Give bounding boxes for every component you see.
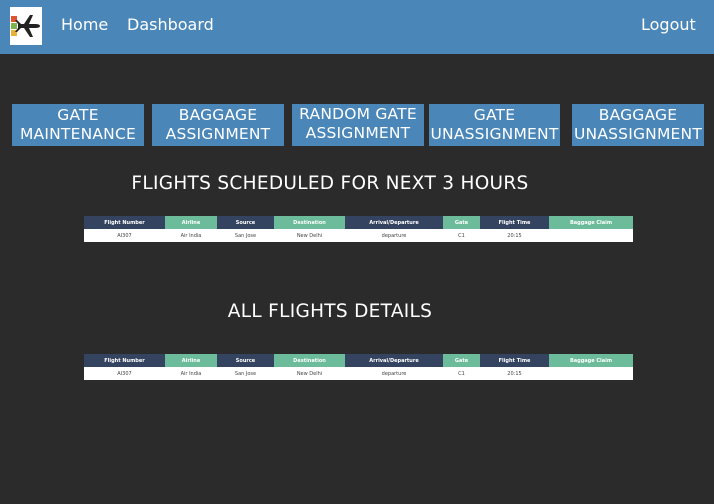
- table-cell: [549, 229, 633, 242]
- column-header[interactable]: Arrival/Departure: [345, 216, 443, 229]
- gate-maintenance-button[interactable]: GATE MAINTENANCE: [12, 104, 144, 146]
- table-cell: Air India: [165, 229, 217, 242]
- baggage-assignment-button[interactable]: BAGGAGE ASSIGNMENT: [152, 104, 284, 146]
- column-header[interactable]: Baggage Claim: [549, 216, 633, 229]
- table-header-row: Flight Number Airline Source Destination…: [84, 216, 633, 229]
- table-cell: AI307: [84, 367, 165, 380]
- table-cell: C1: [443, 367, 480, 380]
- column-header[interactable]: Destination: [274, 216, 345, 229]
- column-header[interactable]: Flight Number: [84, 354, 165, 367]
- table-cell: San Jose: [217, 367, 274, 380]
- table-cell: Air India: [165, 367, 217, 380]
- gate-unassignment-button[interactable]: GATE UNASSIGNMENT: [429, 104, 560, 146]
- nav-home-link[interactable]: Home: [61, 15, 108, 34]
- table-cell: C1: [443, 229, 480, 242]
- nav-logout-link[interactable]: Logout: [641, 15, 696, 34]
- upcoming-flights-title: FLIGHTS SCHEDULED FOR NEXT 3 HOURS: [131, 173, 529, 194]
- column-header[interactable]: Arrival/Departure: [345, 354, 443, 367]
- table-cell: [549, 367, 633, 380]
- column-header[interactable]: Flight Time: [480, 354, 549, 367]
- column-header[interactable]: Airline: [165, 216, 217, 229]
- column-header[interactable]: Destination: [274, 354, 345, 367]
- column-header[interactable]: Flight Number: [84, 216, 165, 229]
- table-header-row: Flight Number Airline Source Destination…: [84, 354, 633, 367]
- table-cell: New Delhi: [274, 367, 345, 380]
- table-cell: San Jose: [217, 229, 274, 242]
- all-flights-title: ALL FLIGHTS DETAILS: [227, 301, 433, 322]
- column-header[interactable]: Flight Time: [480, 216, 549, 229]
- column-header[interactable]: Gate: [443, 354, 480, 367]
- column-header[interactable]: Source: [217, 354, 274, 367]
- table-row[interactable]: AI307 Air India San Jose New Delhi depar…: [84, 367, 633, 380]
- all-flights-table: Flight Number Airline Source Destination…: [84, 354, 633, 380]
- column-header[interactable]: Source: [217, 216, 274, 229]
- table-cell: departure: [345, 229, 443, 242]
- nav-dashboard-link[interactable]: Dashboard: [127, 15, 214, 34]
- baggage-unassignment-button[interactable]: BAGGAGE UNASSIGNMENT: [572, 104, 704, 146]
- column-header[interactable]: Gate: [443, 216, 480, 229]
- random-gate-assignment-button[interactable]: RANDOM GATE ASSIGNMENT: [292, 104, 424, 146]
- top-navbar: Home Dashboard Logout: [0, 0, 714, 54]
- table-cell: New Delhi: [274, 229, 345, 242]
- column-header[interactable]: Airline: [165, 354, 217, 367]
- column-header[interactable]: Baggage Claim: [549, 354, 633, 367]
- airplane-logo-icon[interactable]: [10, 7, 42, 45]
- table-row[interactable]: AI307 Air India San Jose New Delhi depar…: [84, 229, 633, 242]
- table-cell: AI307: [84, 229, 165, 242]
- table-cell: departure: [345, 367, 443, 380]
- upcoming-flights-table: Flight Number Airline Source Destination…: [84, 216, 633, 242]
- table-cell: 20:15: [480, 367, 549, 380]
- table-cell: 20:15: [480, 229, 549, 242]
